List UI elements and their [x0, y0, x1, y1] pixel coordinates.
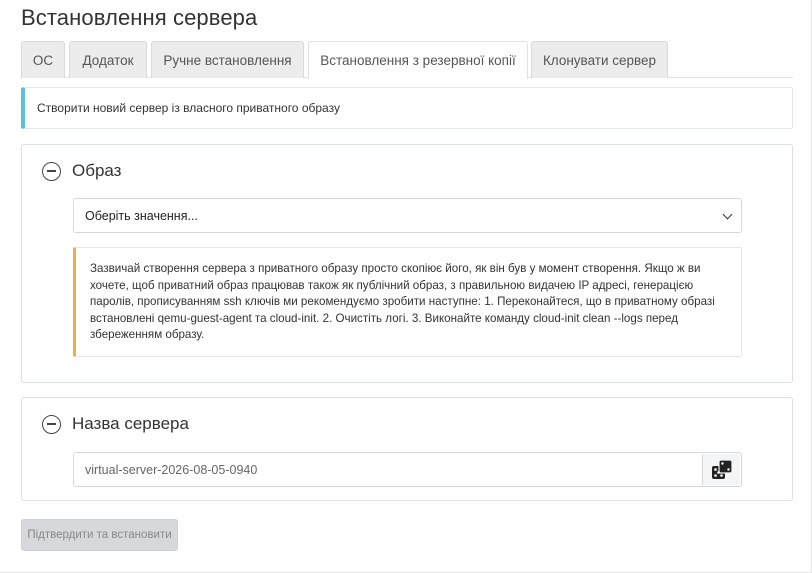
image-section-title: Образ	[72, 161, 122, 180]
tab-backup-install[interactable]: Встановлення з резервної копії	[308, 41, 528, 79]
tab-bar: ОС Додаток Ручне встановлення Встановлен…	[21, 41, 793, 79]
chevron-down-icon	[722, 209, 733, 220]
submit-install-button[interactable]: Підтвердити та встановити	[21, 519, 178, 551]
page-title: Встановлення сервера	[21, 5, 258, 30]
image-select[interactable]: Оберіть значення...	[73, 198, 742, 233]
server-name-section: Назва сервера virtual-server-2026-08-05-…	[21, 397, 793, 501]
warning-alert-text: Зазвичай створення сервера з приватного …	[90, 262, 715, 342]
tab-manual-install[interactable]: Ручне встановлення	[151, 41, 304, 78]
image-section: Образ Оберіть значення... Зазвичай створ…	[21, 144, 793, 383]
server-name-input[interactable]: virtual-server-2026-08-05-0940	[73, 452, 742, 487]
tab-app[interactable]: Додаток	[69, 41, 147, 78]
collapse-minus-icon[interactable]	[42, 161, 61, 181]
server-name-title: Назва сервера	[72, 414, 189, 433]
collapse-minus-icon[interactable]	[42, 414, 61, 434]
image-section-header: Образ	[42, 161, 121, 181]
random-name-button[interactable]	[702, 454, 740, 485]
tab-os[interactable]: ОС	[21, 41, 65, 78]
info-alert: Створити новий сервер із власного приват…	[21, 87, 793, 129]
info-alert-text: Створити новий сервер із власного приват…	[37, 101, 340, 115]
image-select-value: Оберіть значення...	[85, 208, 198, 223]
server-name-header: Назва сервера	[42, 414, 189, 434]
server-name-value: virtual-server-2026-08-05-0940	[85, 462, 258, 477]
warning-alert: Зазвичай створення сервера з приватного …	[73, 247, 742, 357]
tab-clone-server[interactable]: Клонувати сервер	[531, 41, 668, 78]
dice-icon	[711, 458, 733, 479]
